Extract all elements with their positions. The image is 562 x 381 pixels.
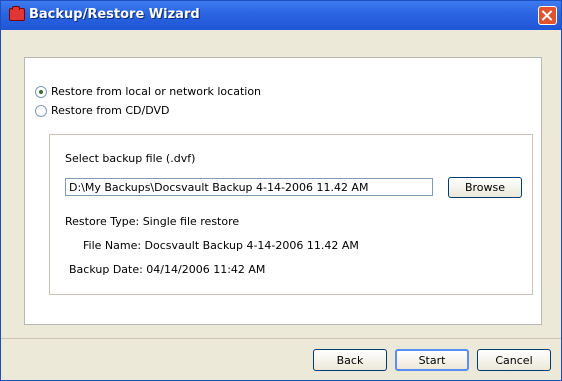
backup-file-input[interactable] <box>65 178 433 196</box>
footer-divider <box>1 338 561 339</box>
close-button[interactable] <box>538 6 557 25</box>
backup-file-group: Select backup file (.dvf) Browse Restore… <box>49 134 533 295</box>
select-file-label: Select backup file (.dvf) <box>65 152 196 165</box>
backup-date-text: Backup Date: 04/14/2006 11:42 AM <box>69 263 266 276</box>
back-button[interactable]: Back <box>313 349 387 371</box>
browse-button[interactable]: Browse <box>448 177 522 198</box>
main-panel: Restore from local or network location R… <box>24 57 542 325</box>
restore-cd-option[interactable]: Restore from CD/DVD <box>35 104 169 117</box>
cancel-button[interactable]: Cancel <box>477 349 551 371</box>
folder-icon <box>9 6 25 21</box>
window-title: Backup/Restore Wizard <box>29 7 200 22</box>
restore-local-label: Restore from local or network location <box>51 85 262 98</box>
restore-local-option[interactable]: Restore from local or network location <box>35 85 261 98</box>
title-bar[interactable]: Backup/Restore Wizard <box>1 1 561 30</box>
restore-cd-label: Restore from CD/DVD <box>51 104 170 117</box>
file-name-text: File Name: Docsvault Backup 4-14-2006 11… <box>83 239 359 252</box>
footer: Back Start Cancel <box>1 338 561 380</box>
wizard-window: Backup/Restore Wizard Restore from local… <box>0 0 562 381</box>
start-button[interactable]: Start <box>395 349 469 371</box>
restore-local-radio[interactable] <box>35 85 47 98</box>
restore-type-text: Restore Type: Single file restore <box>65 215 240 228</box>
restore-cd-radio[interactable] <box>35 104 47 117</box>
